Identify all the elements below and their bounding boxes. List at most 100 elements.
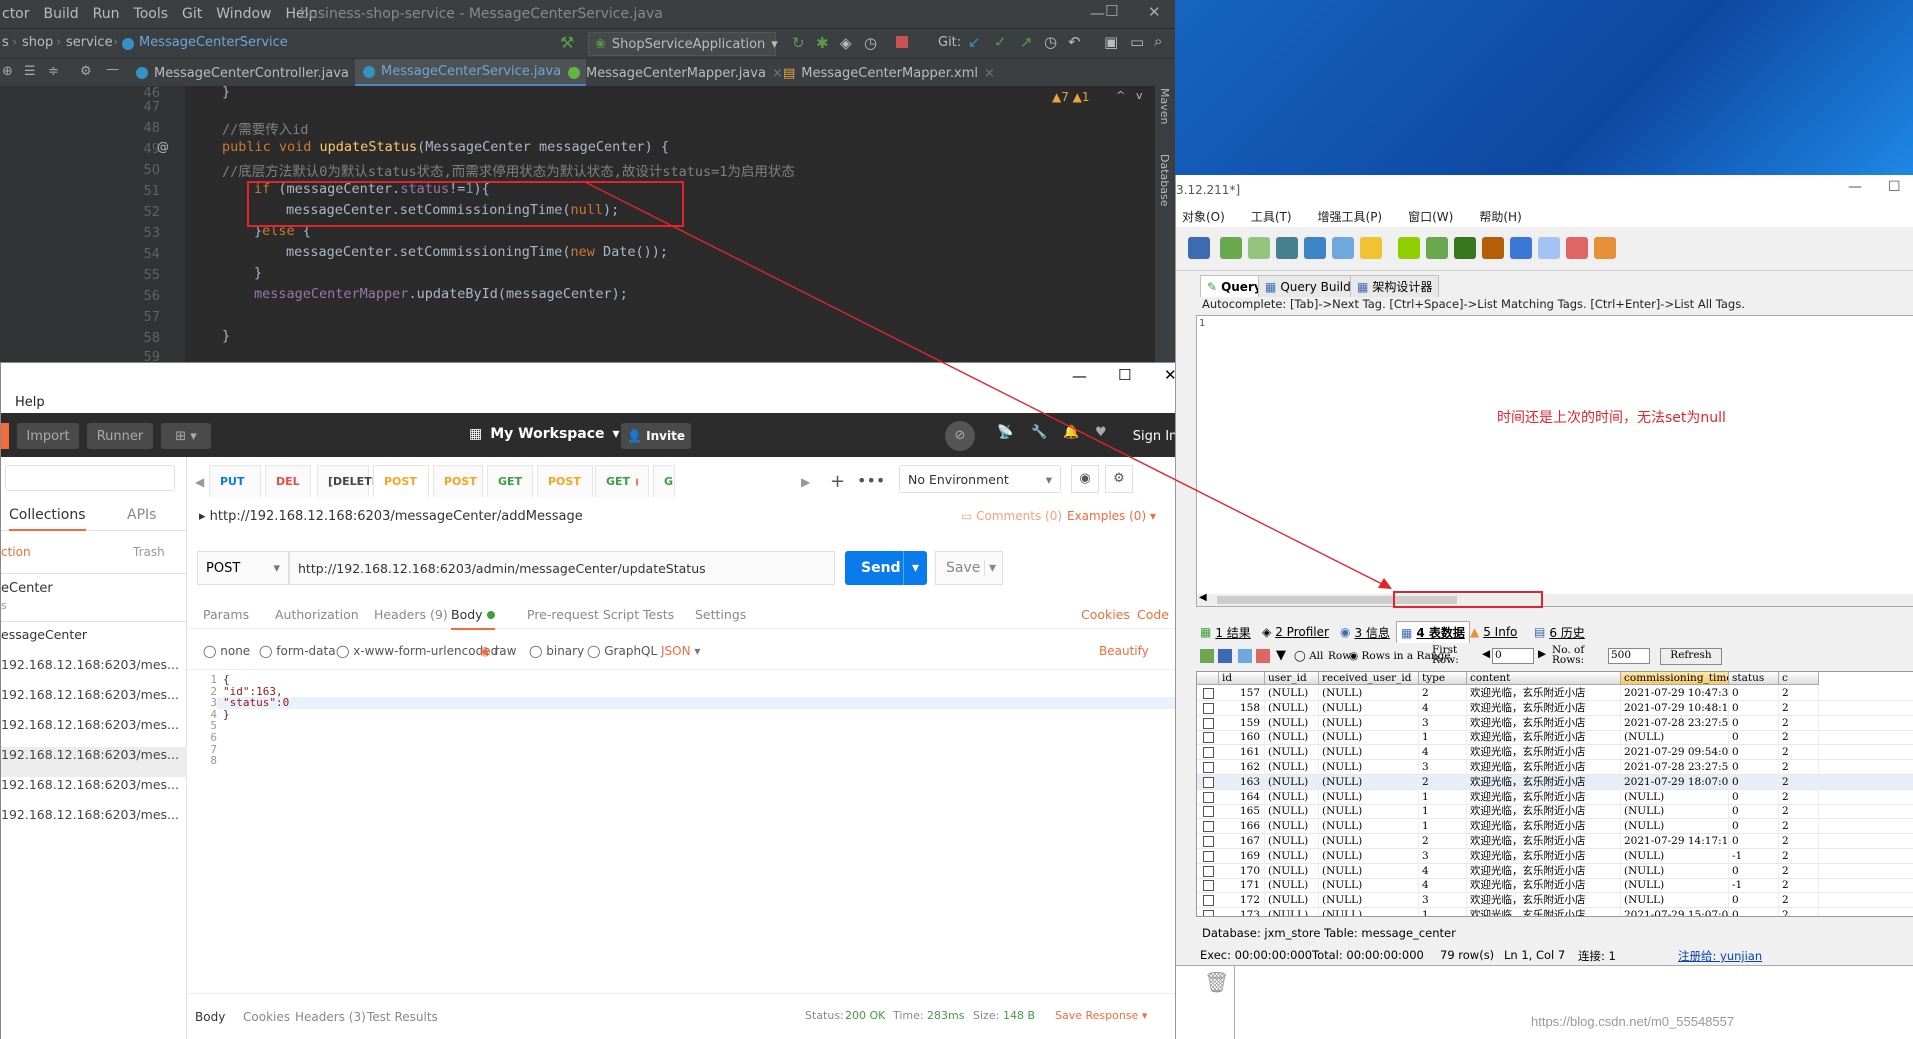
table-cell[interactable]: 0 (1729, 819, 1779, 835)
list-item[interactable]: 192.168.12.168:6203/mes... (1, 807, 187, 837)
git-commit-icon[interactable]: ✓ (994, 33, 1007, 51)
table-cell[interactable]: (NULL) (1319, 893, 1419, 909)
table-cell[interactable]: (NULL) (1319, 848, 1419, 864)
user-icon[interactable] (1188, 237, 1210, 259)
table-cell[interactable]: (NULL) (1265, 819, 1319, 835)
table-cell[interactable]: 2 (1779, 848, 1819, 864)
table-cell[interactable]: 2021-07-29 15:07:08 (1621, 908, 1729, 916)
table-cell[interactable]: (NULL) (1265, 804, 1319, 820)
table-cell[interactable]: 0 (1729, 789, 1779, 805)
table-cell[interactable]: (NULL) (1265, 848, 1319, 864)
breadcrumb-shop[interactable]: shop (22, 35, 53, 50)
table-row[interactable]: 170 (NULL) (NULL) 4 欢迎光临，玄乐附近小店 (NULL) 0 2 (1197, 863, 1913, 879)
table-cell[interactable]: 164 (1219, 789, 1265, 805)
table-cell[interactable]: 欢迎光临，玄乐附近小店 (1467, 700, 1621, 716)
filter-icon[interactable]: ▼ (1276, 648, 1286, 663)
backup-icon[interactable] (1360, 237, 1382, 259)
rollback-icon[interactable]: ↶ (1068, 33, 1081, 51)
menu-help[interactable]: 帮助(H) (1479, 208, 1521, 225)
radio-binary[interactable]: ◯ binary (529, 644, 584, 658)
table-cell[interactable]: -1 (1729, 878, 1779, 894)
table-cell[interactable]: -1 (1729, 848, 1779, 864)
resp-tab-headers[interactable]: Headers (3) (295, 1010, 366, 1024)
column-header[interactable]: type (1419, 672, 1467, 685)
tab-controller[interactable]: MessageCenterController.java × (128, 59, 374, 87)
sync-icon[interactable]: ⊘ (945, 421, 975, 451)
list-item[interactable]: 192.168.12.168:6203/mes... (1, 687, 187, 717)
table-cell[interactable]: (NULL) (1319, 789, 1419, 805)
chart-icon[interactable] (1566, 237, 1588, 259)
table-cell[interactable]: (NULL) (1319, 730, 1419, 746)
table-cell[interactable]: (NULL) (1265, 686, 1319, 701)
model-icon[interactable] (1594, 237, 1616, 259)
table-row[interactable]: 160 (NULL) (NULL) 1 欢迎光临，玄乐附近小店 (NULL) 0 2 (1197, 730, 1913, 746)
tab-collections[interactable]: Collections (9, 507, 86, 531)
table-cell[interactable]: 2 (1779, 878, 1819, 894)
table-cell[interactable]: 欢迎光临，玄乐附近小店 (1467, 819, 1621, 835)
table-cell[interactable]: (NULL) (1265, 774, 1319, 790)
table-cell[interactable]: 160 (1219, 730, 1265, 746)
table-cell[interactable]: (NULL) (1265, 893, 1319, 909)
more-tabs-icon[interactable]: ••• (857, 471, 885, 490)
table-cell[interactable]: 欢迎光临，玄乐附近小店 (1467, 789, 1621, 805)
table-cell[interactable]: 171 (1219, 878, 1265, 894)
table-cell[interactable]: 172 (1219, 893, 1265, 909)
table-row[interactable]: 171 (NULL) (NULL) 4 欢迎光临，玄乐附近小店 (NULL) -1 2 (1197, 878, 1913, 894)
editor-hscrollbar[interactable]: ◀ (1197, 592, 1913, 606)
url-input[interactable]: http://192.168.12.168:6203/admin/message… (289, 551, 835, 585)
row-checkbox[interactable] (1203, 895, 1214, 907)
list-item-selected[interactable]: 192.168.12.168:6203/mes... (1, 747, 187, 777)
first-row-input[interactable]: 0 (1492, 648, 1534, 664)
table-cell[interactable]: 2 (1779, 700, 1819, 716)
chevron-down-icon[interactable]: ▾ (903, 551, 919, 585)
request-tab[interactable]: G (653, 465, 675, 497)
scroll-left-icon[interactable]: ◀ (1199, 592, 1207, 603)
send-button[interactable]: Send ▾ (845, 551, 927, 585)
coverage-icon[interactable]: ◈ (840, 34, 852, 52)
list-item[interactable]: 192.168.12.168:6203/mes... (1, 657, 187, 687)
row-checkbox[interactable] (1203, 747, 1214, 759)
table-cell[interactable]: 0 (1729, 745, 1779, 761)
tab-prerequest[interactable]: Pre-request Script (527, 607, 639, 622)
table-cell[interactable]: (NULL) (1319, 863, 1419, 879)
radio-raw[interactable]: ◉ raw (480, 644, 516, 658)
table-cell[interactable]: 170 (1219, 863, 1265, 879)
table-cell[interactable]: (NULL) (1265, 760, 1319, 775)
maximize-button[interactable]: ☐ (1888, 179, 1901, 195)
row-checkbox[interactable] (1203, 688, 1214, 699)
row-checkbox[interactable] (1203, 865, 1214, 877)
row-checkbox[interactable] (1203, 850, 1214, 862)
table-cell[interactable]: 2021-07-29 18:07:02 (1621, 774, 1729, 790)
radio-urlencoded[interactable]: ◯ x-www-form-urlencoded (336, 644, 498, 658)
table-cell[interactable]: 2 (1779, 774, 1819, 790)
tab-mapper[interactable]: MessageCenterMapper.java × (560, 59, 791, 87)
implements-icon[interactable]: @ (157, 140, 169, 154)
tab-result[interactable]: ▦ 1 结果 (1196, 621, 1255, 643)
runner-button[interactable]: Runner (87, 423, 153, 449)
body-editor[interactable]: 1 2 3 4 5 6 7 8 { "id":163, "status":0 } (187, 669, 1191, 923)
table-cell[interactable]: (NULL) (1319, 700, 1419, 716)
ide-close-button[interactable]: ✕ (1148, 3, 1161, 21)
menu-run[interactable]: Run (93, 6, 120, 22)
table-cell[interactable]: 2 (1779, 804, 1819, 820)
table-cell[interactable]: 1 (1419, 804, 1467, 820)
table-row[interactable]: 167 (NULL) (NULL) 2 欢迎光临，玄乐附近小店 2021-07-29 14… (1197, 834, 1913, 849)
table-cell[interactable]: 2 (1779, 760, 1819, 775)
table-cell[interactable]: 2 (1779, 893, 1819, 909)
project-structure-icon[interactable]: ▣ (1104, 33, 1118, 51)
table-cell[interactable]: 欢迎光临，玄乐附近小店 (1467, 686, 1621, 701)
column-header[interactable]: content (1467, 672, 1621, 685)
hide-icon[interactable]: — (106, 62, 119, 77)
minimize-button[interactable]: — (1072, 367, 1087, 385)
table-row[interactable]: 173 (NULL) (NULL) 1 欢迎光临，玄乐附近小店 2021-07-29 15… (1197, 908, 1913, 916)
table-cell[interactable]: (NULL) (1319, 908, 1419, 916)
save-button[interactable]: Save ▾ (935, 551, 1003, 585)
tab-body[interactable]: Body (451, 607, 495, 630)
breadcrumb-s[interactable]: s (2, 35, 9, 50)
json-select[interactable]: JSON ▾ (661, 644, 700, 658)
table-cell[interactable]: 1 (1419, 908, 1467, 916)
tab-apis[interactable]: APIs (127, 507, 156, 523)
tab-table-data[interactable]: ▦ 4 表数据 (1396, 621, 1470, 643)
radio-form-data[interactable]: ◯ form-data (259, 644, 336, 658)
report-icon[interactable] (1538, 237, 1560, 259)
